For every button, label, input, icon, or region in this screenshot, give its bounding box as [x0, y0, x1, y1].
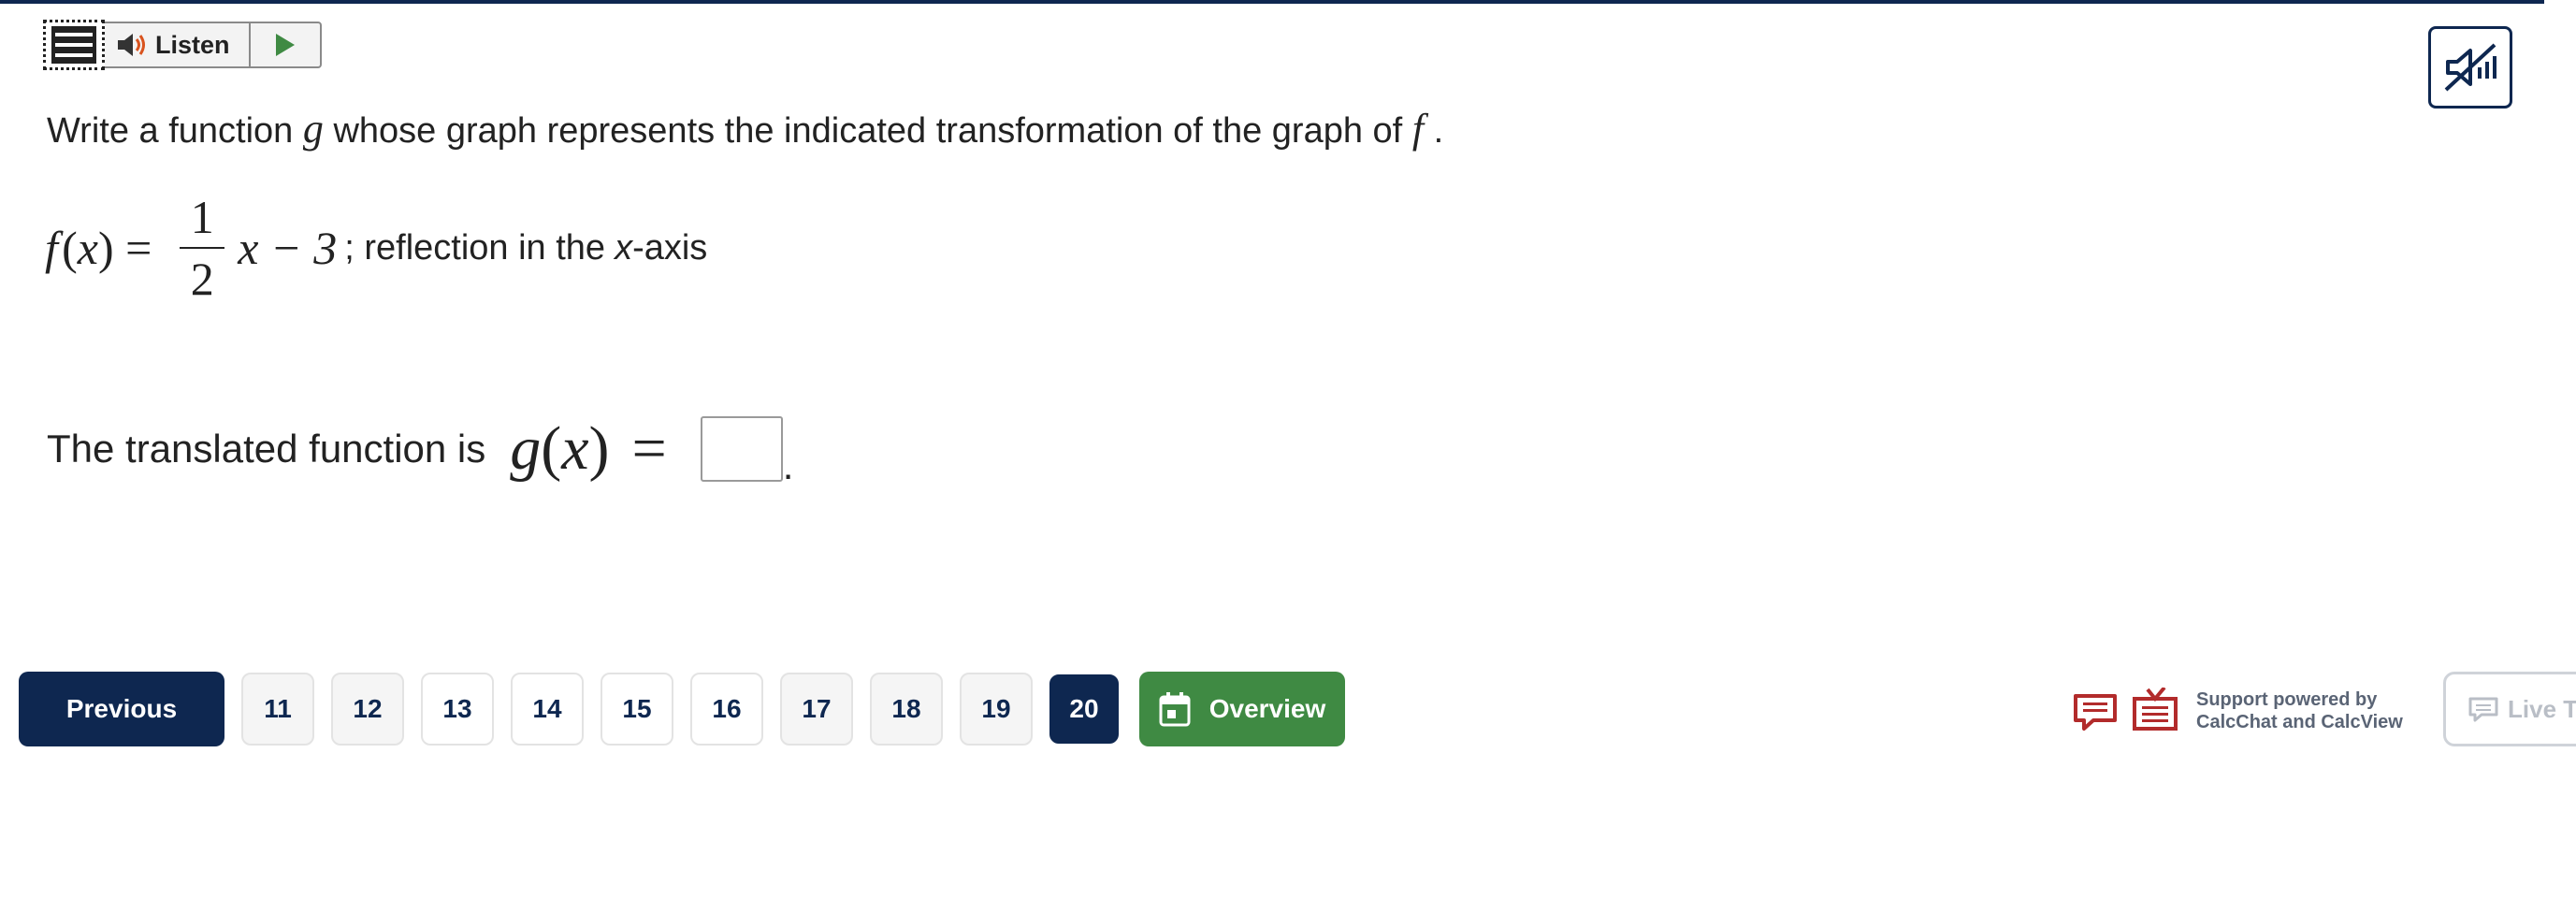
prompt-var-g: g [302, 106, 324, 152]
given-function: f ( x ) = 1 2 x − 3 ; reflection in the … [45, 187, 707, 309]
play-button[interactable] [251, 23, 320, 66]
answer-equals: = [631, 414, 667, 483]
fraction-bar [180, 247, 225, 249]
page-button-20-current[interactable]: 20 [1049, 674, 1119, 744]
answer-lead: The translated function is [47, 427, 486, 471]
page-button-11[interactable]: 11 [241, 673, 314, 746]
answer-close-paren: ) [588, 414, 610, 483]
eq-tail-before: ; reflection in the [344, 227, 606, 268]
listen-button[interactable]: Listen [105, 23, 251, 66]
prompt-text-end: . [1433, 111, 1444, 151]
mute-audio-button[interactable] [2428, 26, 2512, 109]
chat-icon [2468, 697, 2498, 722]
calcchat-icon[interactable] [2073, 690, 2118, 731]
play-icon [275, 34, 295, 56]
question-navigation: Previous 11 12 13 14 15 16 17 18 19 20 O… [19, 672, 1345, 746]
answer-period: . [782, 443, 794, 487]
page-button-18[interactable]: 18 [870, 673, 943, 746]
answer-line: The translated function is g ( x ) = . [47, 402, 793, 496]
answer-input[interactable] [700, 416, 783, 482]
eq-fraction: 1 2 [180, 191, 225, 305]
live-tutor-label: Live Tu [2508, 694, 2576, 723]
eq-tail-var: x [615, 227, 633, 268]
eq-f: f [45, 222, 58, 274]
page-button-12[interactable]: 12 [331, 673, 404, 746]
hamburger-icon [51, 26, 96, 64]
support-text: Support powered by CalcChat and CalcView [2196, 688, 2403, 733]
calcview-icon[interactable] [2131, 688, 2179, 734]
overview-button[interactable]: Overview [1139, 672, 1345, 746]
prompt-text-start: Write a function [47, 111, 294, 151]
eq-open-paren: ( [57, 222, 78, 274]
muted-audio-icon [2444, 43, 2496, 92]
page-button-16[interactable]: 16 [690, 673, 763, 746]
support-line-1: Support powered by [2196, 689, 2378, 710]
previous-button[interactable]: Previous [19, 672, 224, 746]
eq-x: x [77, 222, 98, 274]
overview-label: Overview [1208, 694, 1326, 723]
support-line-2: CalcChat and CalcView [2196, 712, 2403, 732]
top-border [0, 0, 2544, 4]
support-links: Support powered by CalcChat and CalcView [2073, 681, 2403, 741]
calendar-icon [1159, 692, 1191, 727]
page-button-14[interactable]: 14 [511, 673, 584, 746]
eq-denominator: 2 [190, 253, 214, 305]
prompt-var-f: f [1411, 106, 1425, 152]
answer-x: x [561, 414, 589, 483]
eq-close-paren: ) = [97, 222, 152, 274]
live-tutor-button[interactable]: Live Tu [2443, 672, 2576, 746]
listen-toolbar: Listen [43, 20, 322, 70]
answer-open-paren: ( [541, 414, 562, 483]
eq-rhs: x − 3 [238, 222, 338, 274]
menu-button[interactable] [43, 20, 105, 70]
listen-label: Listen [155, 30, 230, 59]
prompt-text-middle: whose graph represents the indicated tra… [333, 111, 1403, 151]
eq-tail-after: -axis [632, 227, 708, 268]
answer-g: g [510, 414, 542, 483]
page: Listen Write a function g whose graph re… [0, 0, 2576, 898]
eq-numerator: 1 [190, 191, 214, 243]
question-prompt: Write a function g whose graph represent… [47, 105, 1443, 152]
speaker-icon [118, 34, 145, 56]
page-button-13[interactable]: 13 [421, 673, 494, 746]
page-button-15[interactable]: 15 [601, 673, 673, 746]
page-button-17[interactable]: 17 [780, 673, 853, 746]
page-button-19[interactable]: 19 [960, 673, 1033, 746]
